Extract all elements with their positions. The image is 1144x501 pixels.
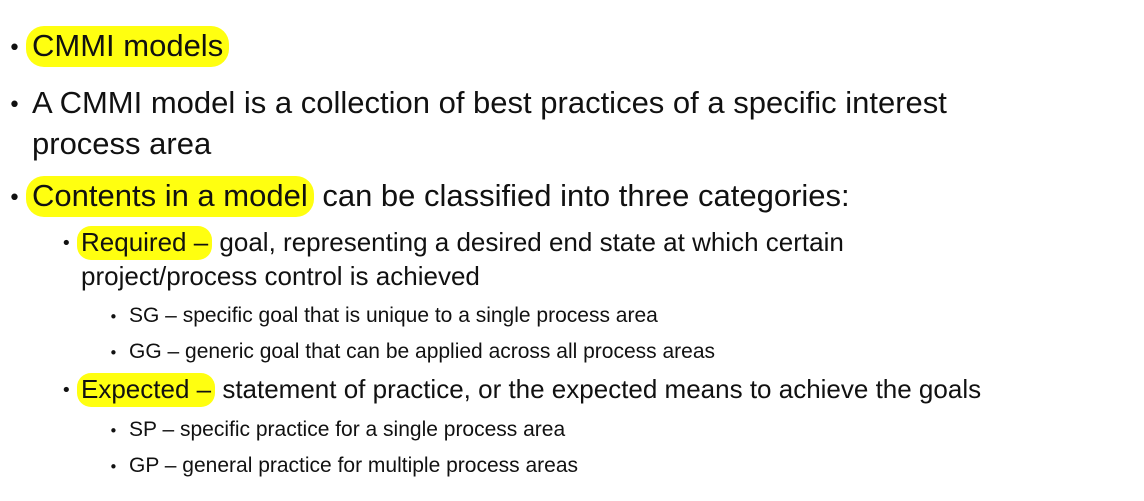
- bullet-text: statement of practice, or the expected m…: [215, 374, 982, 404]
- bullet-dot: •: [109, 458, 118, 476]
- bullet-dot: •: [109, 344, 118, 362]
- sub-bullet-gp: • GP – general practice for multiple proc…: [109, 454, 578, 478]
- highlighted-text: Expected –: [77, 373, 216, 407]
- bullet-cmmi-models: • CMMI models: [8, 26, 230, 67]
- sub-bullet-sp: • SP – specific practice for a single pro…: [109, 418, 566, 442]
- bullet-contents: • Contents in a model can be classified i…: [8, 176, 850, 217]
- sub-bullet-gg: • GG – generic goal that can be applied a…: [109, 340, 716, 364]
- bullet-dot: •: [8, 36, 21, 61]
- bullet-text-line1: A CMMI model is a collection of best pra…: [32, 85, 947, 120]
- highlighted-text: CMMI models: [26, 26, 230, 67]
- sub-bullet-sg: • SG – specific goal that is unique to a …: [109, 304, 658, 328]
- slide: • CMMI models • A CMMI model is a collecti…: [0, 0, 1144, 501]
- bullet-required: • Required – goal, representing a desired…: [61, 226, 844, 260]
- bullet-text-line2: process area: [32, 126, 212, 161]
- sub-bullet-text: GG – generic goal that can be applied ac…: [129, 340, 716, 363]
- bullet-dot: •: [109, 422, 118, 440]
- bullet-text: goal, representing a desired end state a…: [212, 227, 844, 257]
- bullet-dot: •: [61, 380, 72, 401]
- bullet-text: can be classified into three categories:: [313, 178, 850, 213]
- bullet-dot: •: [8, 186, 21, 211]
- bullet-cmmi-definition-cont: process area: [32, 126, 211, 162]
- sub-bullet-text: GP – general practice for multiple proce…: [129, 454, 578, 477]
- sub-bullet-text: SP – specific practice for a single proc…: [129, 418, 566, 441]
- highlighted-text: Contents in a model: [26, 176, 314, 217]
- bullet-cmmi-definition: • A CMMI model is a collection of best pr…: [8, 85, 947, 121]
- bullet-required-cont: project/process control is achieved: [81, 261, 480, 292]
- highlighted-text: Required –: [77, 226, 213, 260]
- bullet-dot: •: [109, 308, 118, 326]
- bullet-text-line2: project/process control is achieved: [81, 261, 480, 291]
- bullet-dot: •: [8, 93, 21, 118]
- bullet-dot: •: [61, 233, 72, 254]
- bullet-expected: • Expected – statement of practice, or th…: [61, 373, 982, 407]
- sub-bullet-text: SG – specific goal that is unique to a s…: [129, 304, 658, 327]
